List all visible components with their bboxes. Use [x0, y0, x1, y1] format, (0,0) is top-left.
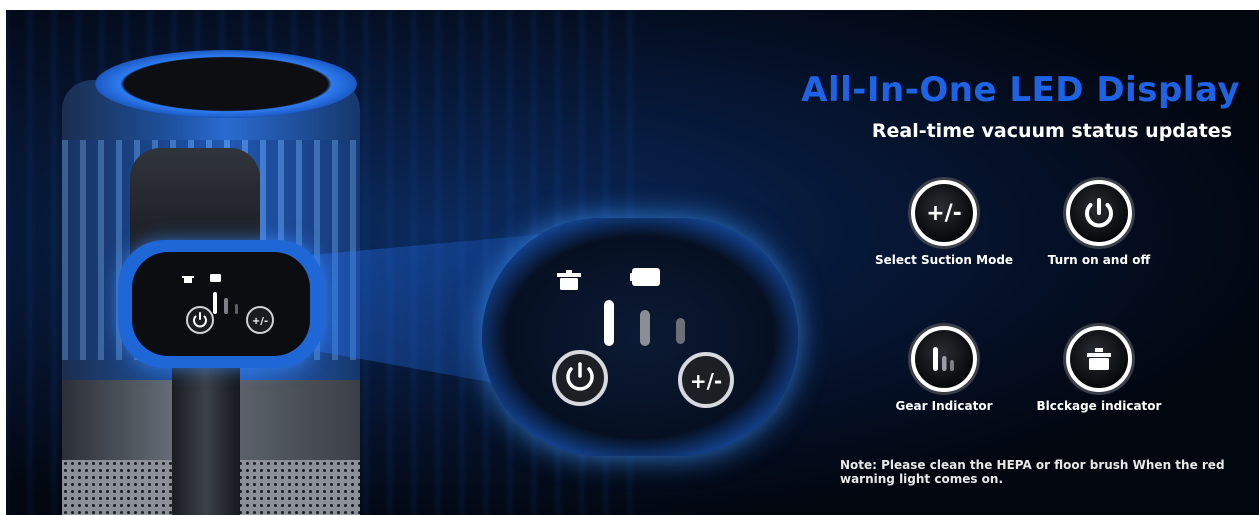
- zoomed-power-button: [552, 350, 608, 406]
- vacuum-stem: [172, 355, 240, 515]
- svg-text:+/-: +/-: [252, 316, 268, 327]
- zoomed-blockage-icon: [557, 270, 581, 290]
- small-gear-bar-1: [213, 292, 217, 314]
- power-icon: [1066, 180, 1132, 246]
- zoomed-plus-minus-button: +/-: [678, 352, 734, 408]
- feature-label: Blcckage indicator: [1036, 399, 1162, 413]
- feature-label: Turn on and off: [1047, 253, 1151, 267]
- feature-label: Select Suction Mode: [874, 253, 1014, 267]
- vacuum-led-panel-screen: +/-: [132, 252, 310, 356]
- small-blockage-icon: [182, 276, 194, 283]
- small-gear-bar-3: [235, 304, 238, 314]
- zoomed-plus-minus-label: +/-: [690, 369, 722, 393]
- product-banner: +/- +/- All-In-One LED Display Real-time…: [0, 0, 1259, 515]
- vacuum-top-ring: [95, 50, 357, 118]
- blockage-icon: [1066, 326, 1132, 392]
- feature-gear-indicator: Gear Indicator: [869, 326, 1019, 413]
- zoomed-panel-graphics: +/-: [552, 268, 734, 408]
- small-panel-graphics: +/-: [182, 274, 274, 334]
- zoomed-led-panel: +/-: [482, 218, 798, 456]
- zoomed-gear-bar-2: [640, 310, 650, 346]
- feature-label: Gear Indicator: [895, 399, 993, 413]
- small-battery-icon: [210, 274, 221, 282]
- zoomed-battery-icon: [632, 268, 660, 286]
- feature-select-suction-mode: +/- Select Suction Mode: [869, 180, 1019, 267]
- small-gear-bar-2: [224, 298, 228, 314]
- feature-turn-on-off: Turn on and off: [1024, 180, 1174, 267]
- subheadline: Real-time vacuum status updates: [871, 120, 1232, 142]
- zoomed-gear-bar-3: [676, 318, 685, 344]
- maintenance-note: Note: Please clean the HEPA or floor bru…: [840, 458, 1225, 486]
- gear-bars-icon: [911, 326, 977, 392]
- headline: All-In-One LED Display: [801, 70, 1240, 110]
- plus-minus-icon: +/-: [911, 180, 977, 246]
- zoomed-gear-bar-1: [604, 300, 614, 346]
- vacuum-led-panel: +/-: [118, 240, 324, 368]
- feature-blockage-indicator: Blcckage indicator: [1024, 326, 1174, 413]
